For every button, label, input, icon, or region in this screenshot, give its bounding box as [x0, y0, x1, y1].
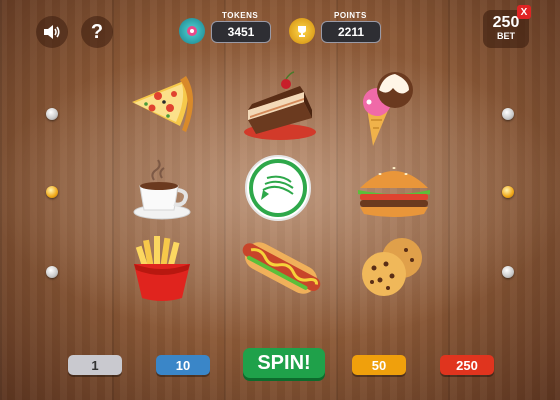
wild-green-token-icon	[233, 148, 323, 228]
row-1-left-indicator	[46, 108, 58, 120]
hamburger-icon	[350, 150, 440, 230]
row-2-right-indicator	[502, 186, 514, 198]
row-1-right-indicator	[502, 108, 514, 120]
row-3-left-indicator	[46, 266, 58, 278]
spin-button[interactable]: SPIN!	[243, 348, 325, 378]
cookies-icon	[350, 232, 440, 312]
bet-1-button[interactable]: 1	[68, 355, 122, 375]
row-2-left-indicator	[46, 186, 58, 198]
hot-dog-icon	[236, 228, 326, 308]
row-3-right-indicator	[502, 266, 514, 278]
chocolate-cake-icon	[234, 70, 324, 150]
bet-10-button[interactable]: 10	[156, 355, 210, 375]
french-fries-icon	[118, 230, 208, 310]
bet-50-button[interactable]: 50	[352, 355, 406, 375]
coffee-cup-icon	[122, 152, 212, 232]
pizza-slice-icon	[118, 72, 208, 152]
ice-cream-cone-icon	[347, 68, 437, 148]
bet-250-button[interactable]: 250	[440, 355, 494, 375]
slot-machine-screen: ? TOKENS 3451 POINTS 2211 250 BET X 1 10…	[0, 0, 560, 400]
